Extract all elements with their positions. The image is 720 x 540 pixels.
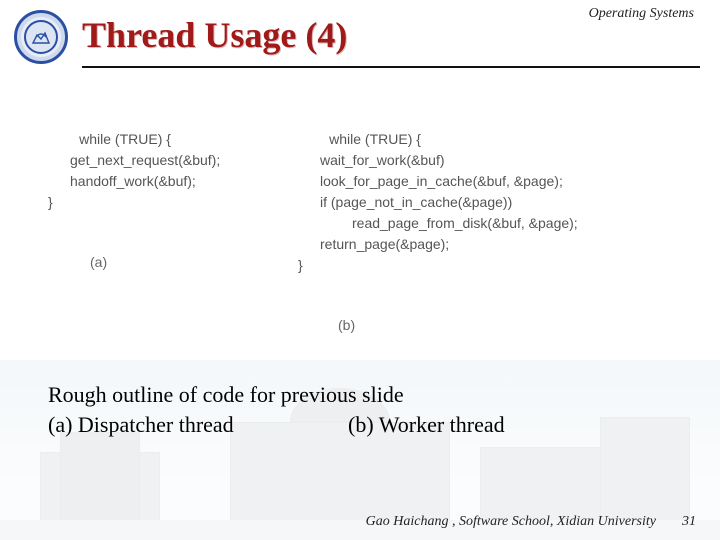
code-columns: while (TRUE) { get_next_request(&buf);ha… [30, 108, 690, 336]
code-a-line2: get_next_request(&buf); [48, 150, 280, 171]
code-b-line5: read_page_from_disk(&buf, &page); [298, 213, 690, 234]
code-a-line1: while (TRUE) { [79, 131, 171, 147]
page-number: 31 [682, 514, 696, 530]
code-b-line4: if (page_not_in_cache(&page)) [298, 192, 690, 213]
caption: Rough outline of code for previous slide… [30, 380, 690, 439]
code-b-label: (b) [298, 315, 690, 336]
code-column-a: while (TRUE) { get_next_request(&buf);ha… [30, 108, 280, 336]
code-column-b: while (TRUE) { wait_for_work(&buf)look_f… [288, 108, 690, 336]
slide-footer: Gao Haichang , Software School, Xidian U… [0, 514, 720, 530]
university-logo [14, 10, 68, 64]
code-b-line7: } [298, 257, 303, 273]
code-a-label: (a) [48, 252, 280, 273]
code-b-line6: return_page(&page); [298, 234, 690, 255]
code-b-line2: wait_for_work(&buf) [298, 150, 690, 171]
slide-header: Operating Systems Thread Usage (4) [0, 0, 720, 68]
course-label: Operating Systems [589, 6, 694, 22]
code-a-line3: handoff_work(&buf); [48, 171, 280, 192]
footer-credit: Gao Haichang , Software School, Xidian U… [366, 514, 656, 530]
code-b-line3: look_for_page_in_cache(&buf, &page); [298, 171, 690, 192]
caption-a: (a) Dispatcher thread [48, 410, 348, 440]
bird-icon [31, 29, 51, 45]
code-b-line1: while (TRUE) { [329, 131, 421, 147]
code-a-line4: } [48, 194, 53, 210]
caption-b: (b) Worker thread [348, 410, 690, 440]
slide-body: while (TRUE) { get_next_request(&buf);ha… [0, 68, 720, 439]
caption-intro: Rough outline of code for previous slide [48, 380, 690, 410]
